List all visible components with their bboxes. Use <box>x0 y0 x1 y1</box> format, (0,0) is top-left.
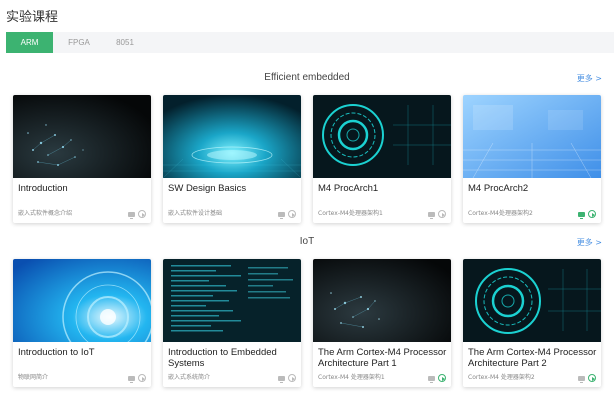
course-subtitle: Cortex-M4 处理器架构2 <box>468 374 535 381</box>
tab-arm[interactable]: ARM <box>6 32 53 53</box>
course-subtitle: Cortex-M4处理器架构2 <box>468 210 533 217</box>
course-card-introduction[interactable]: Introduction 嵌入式软件概念介绍 <box>13 95 151 223</box>
screen-icon <box>278 375 285 383</box>
course-subtitle: 嵌入式系统简介 <box>168 374 211 381</box>
screen-icon <box>428 211 435 219</box>
play-icon[interactable] <box>138 374 146 382</box>
course-thumbnail <box>13 259 151 342</box>
course-card-cortex-m4-part-1[interactable]: The Arm Cortex-M4 Processor Architecture… <box>313 259 451 387</box>
course-thumbnail <box>313 95 451 178</box>
course-thumbnail <box>163 259 301 342</box>
course-title: Introduction to IoT <box>18 347 95 358</box>
screen-icon <box>578 375 585 383</box>
course-card-introduction-to-embedded-systems[interactable]: Introduction to Embedded Systems 嵌入式系统简介 <box>163 259 301 387</box>
course-thumbnail <box>463 259 601 342</box>
tab-8051[interactable]: 8051 <box>105 32 145 53</box>
course-subtitle: 嵌入式软件设计基础 <box>168 210 223 217</box>
course-title: Introduction <box>18 183 68 194</box>
play-icon[interactable] <box>438 374 446 382</box>
course-category-tabs: ARM FPGA 8051 <box>6 32 614 53</box>
course-title: M4 ProcArch2 <box>468 183 529 194</box>
course-subtitle: 嵌入式软件概念介绍 <box>18 210 73 217</box>
play-icon[interactable] <box>138 210 146 218</box>
screen-icon <box>128 375 135 383</box>
course-thumbnail <box>13 95 151 178</box>
screen-icon <box>278 211 285 219</box>
play-icon[interactable] <box>588 374 596 382</box>
screen-icon <box>128 211 135 219</box>
play-icon[interactable] <box>288 374 296 382</box>
course-card-m4-procarch1[interactable]: M4 ProcArch1 Cortex-M4处理器架构1 <box>313 95 451 223</box>
course-thumbnail <box>163 95 301 178</box>
section-title-iot: IoT <box>299 236 315 247</box>
page-title: 实验课程 <box>6 10 59 25</box>
screen-icon <box>428 375 435 383</box>
more-link-efficient-embedded[interactable]: 更多 > <box>577 73 602 84</box>
more-link-iot[interactable]: 更多 > <box>577 237 602 248</box>
course-card-cortex-m4-part-2[interactable]: The Arm Cortex-M4 Processor Architecture… <box>463 259 601 387</box>
course-subtitle: Cortex-M4 处理器架构1 <box>318 374 385 381</box>
course-title: The Arm Cortex-M4 Processor Architecture… <box>468 347 597 369</box>
course-thumbnail <box>313 259 451 342</box>
course-thumbnail <box>463 95 601 178</box>
course-title: The Arm Cortex-M4 Processor Architecture… <box>318 347 447 369</box>
course-card-sw-design-basics[interactable]: SW Design Basics 嵌入式软件设计基础 <box>163 95 301 223</box>
section-title-efficient-embedded: Efficient embedded <box>264 72 350 83</box>
course-card-introduction-to-iot[interactable]: Introduction to IoT 物联网简介 <box>13 259 151 387</box>
course-subtitle: Cortex-M4处理器架构1 <box>318 210 383 217</box>
screen-icon <box>578 211 585 219</box>
play-icon[interactable] <box>588 210 596 218</box>
course-card-m4-procarch2[interactable]: M4 ProcArch2 Cortex-M4处理器架构2 <box>463 95 601 223</box>
play-icon[interactable] <box>438 210 446 218</box>
tab-fpga[interactable]: FPGA <box>53 32 105 53</box>
course-title: SW Design Basics <box>168 183 247 194</box>
course-title: M4 ProcArch1 <box>318 183 379 194</box>
course-subtitle: 物联网简介 <box>18 374 49 381</box>
play-icon[interactable] <box>288 210 296 218</box>
course-title: Introduction to Embedded Systems <box>168 347 277 369</box>
